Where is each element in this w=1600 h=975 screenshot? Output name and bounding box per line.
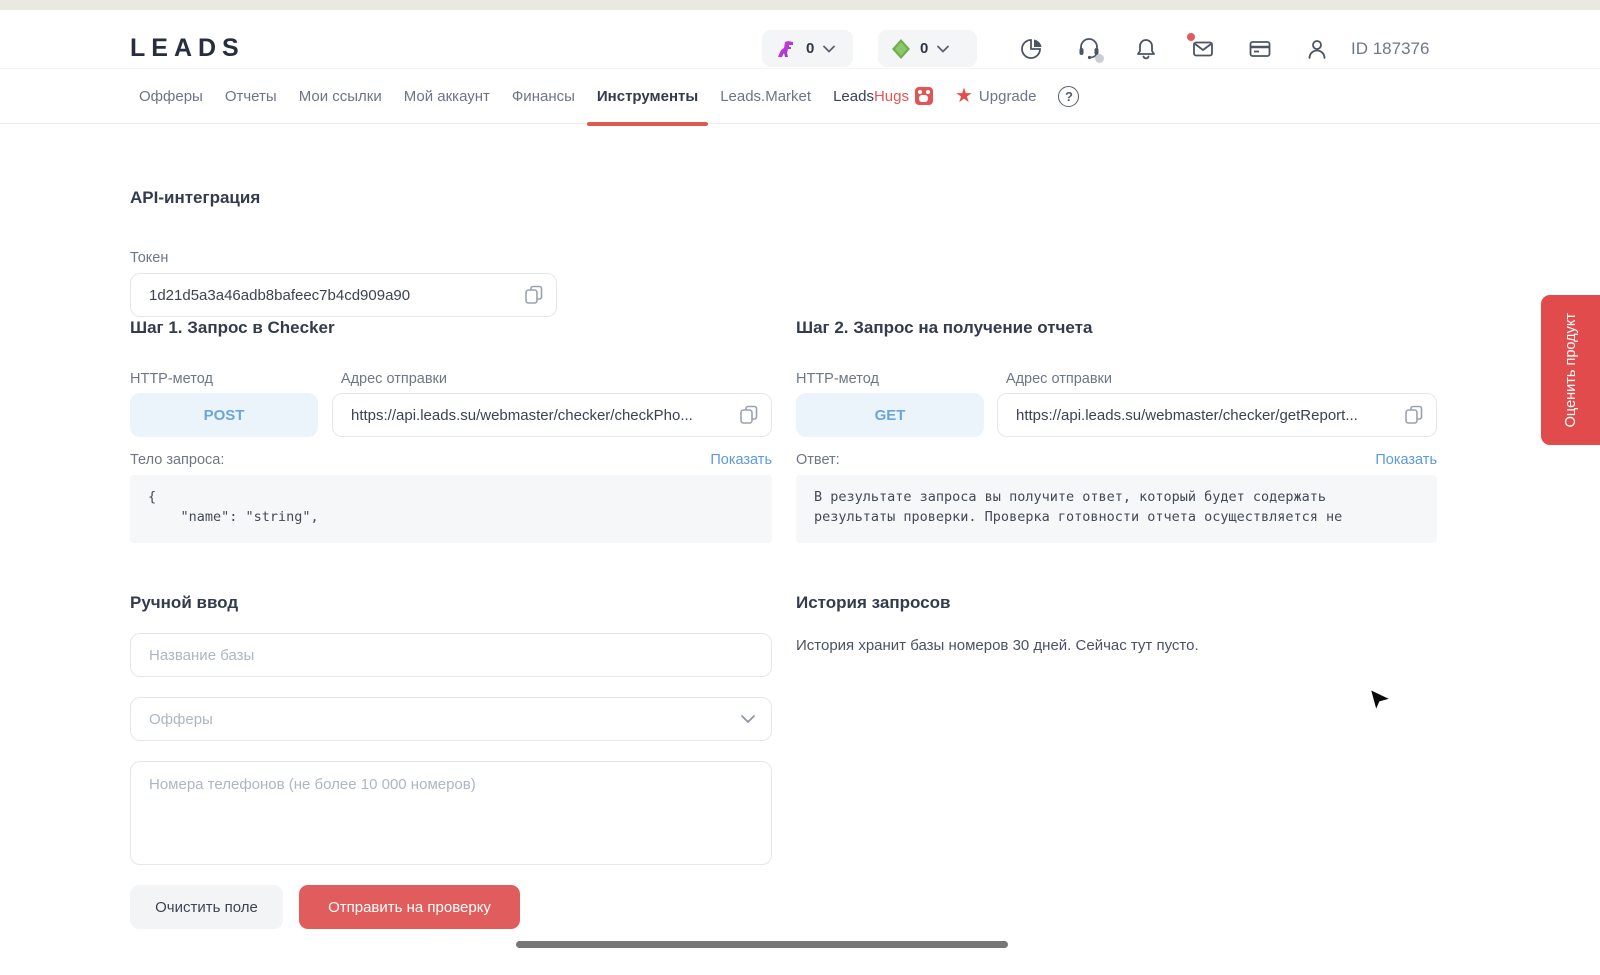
http-method-badge: POST bbox=[130, 393, 318, 437]
balance-value: 0 bbox=[920, 40, 928, 57]
horizontal-scrollbar[interactable] bbox=[516, 941, 1008, 948]
show-body-link[interactable]: Показать bbox=[710, 452, 772, 468]
http-method-label: HTTP-метод bbox=[796, 371, 879, 387]
token-input[interactable] bbox=[131, 274, 556, 316]
offers-select[interactable]: Офферы bbox=[130, 697, 772, 741]
balance-dropdown-primary[interactable]: 0 bbox=[762, 30, 853, 67]
star-icon: ★ bbox=[955, 86, 973, 106]
support-icon[interactable] bbox=[1077, 37, 1101, 61]
address-field-wrap bbox=[332, 393, 772, 437]
mail-icon[interactable] bbox=[1191, 37, 1215, 61]
step1-address-input[interactable] bbox=[333, 394, 771, 436]
address-label: Адрес отправки bbox=[1006, 371, 1112, 387]
bell-icon[interactable] bbox=[1134, 37, 1158, 61]
step1-section: Шаг 1. Запрос в Checker HTTP-метод Адрес… bbox=[130, 318, 772, 543]
chevron-down-icon bbox=[741, 715, 755, 724]
balance-dropdown-secondary[interactable]: 0 bbox=[878, 30, 977, 67]
base-name-field-wrap bbox=[130, 633, 772, 677]
history-empty-text: История хранит базы номеров 30 дней. Сей… bbox=[796, 637, 1437, 654]
base-name-input[interactable] bbox=[131, 634, 771, 676]
profile-icon[interactable] bbox=[1305, 37, 1329, 61]
section-title: API-интеграция bbox=[130, 188, 557, 208]
http-method-badge: GET bbox=[796, 393, 984, 437]
notification-dot bbox=[1187, 33, 1195, 41]
copy-icon[interactable] bbox=[1405, 405, 1423, 425]
chevron-down-icon bbox=[823, 45, 835, 53]
response-label: Ответ: bbox=[796, 452, 840, 468]
leadshugs-icon bbox=[915, 87, 933, 105]
card-icon[interactable] bbox=[1248, 37, 1272, 61]
tab-leads-market[interactable]: Leads.Market bbox=[720, 69, 811, 124]
browser-edge-strip bbox=[0, 0, 1600, 10]
step2-section: Шаг 2. Запрос на получение отчета HTTP-м… bbox=[796, 318, 1437, 543]
show-response-link[interactable]: Показать bbox=[1375, 452, 1437, 468]
header: LEADS 0 0 bbox=[0, 10, 1600, 68]
phones-field-wrap bbox=[130, 761, 772, 865]
pie-chart-icon[interactable] bbox=[1020, 37, 1044, 61]
api-integration-section: API-интеграция Токен bbox=[130, 188, 557, 317]
chevron-down-icon bbox=[937, 45, 949, 53]
address-field-wrap bbox=[997, 393, 1437, 437]
step2-address-input[interactable] bbox=[998, 394, 1436, 436]
history-section: История запросов История хранит базы ном… bbox=[796, 593, 1437, 654]
phones-textarea[interactable] bbox=[131, 762, 771, 864]
copy-icon[interactable] bbox=[525, 285, 543, 305]
step2-title: Шаг 2. Запрос на получение отчета bbox=[796, 318, 1437, 338]
help-icon[interactable]: ? bbox=[1058, 86, 1079, 107]
rate-product-label: Оценить продукт bbox=[1563, 313, 1579, 427]
tab-upgrade[interactable]: ★ Upgrade bbox=[955, 69, 1036, 124]
user-id: ID 187376 bbox=[1351, 39, 1429, 59]
mouse-cursor bbox=[1367, 686, 1395, 714]
request-body-label: Тело запроса: bbox=[130, 452, 224, 468]
gem-icon bbox=[891, 38, 911, 60]
manual-input-section: Ручной ввод Офферы Очистить поле Отправи… bbox=[130, 593, 772, 929]
status-dot bbox=[1095, 54, 1104, 63]
offers-placeholder: Офферы bbox=[131, 711, 213, 728]
clear-button[interactable]: Очистить поле bbox=[130, 885, 283, 929]
history-title: История запросов bbox=[796, 593, 1437, 613]
request-body-code: { "name": "string", bbox=[130, 475, 772, 543]
tab-my-links[interactable]: Мои ссылки bbox=[299, 69, 382, 124]
tab-my-account[interactable]: Мой аккаунт bbox=[404, 69, 490, 124]
response-code: В результате запроса вы получите ответ, … bbox=[796, 475, 1437, 543]
tab-finance[interactable]: Финансы bbox=[512, 69, 575, 124]
tab-reports[interactable]: Отчеты bbox=[225, 69, 277, 124]
token-label: Токен bbox=[130, 250, 557, 266]
step1-title: Шаг 1. Запрос в Checker bbox=[130, 318, 772, 338]
manual-title: Ручной ввод bbox=[130, 593, 772, 613]
address-label: Адрес отправки bbox=[341, 371, 447, 387]
rate-product-tab[interactable]: Оценить продукт bbox=[1541, 295, 1600, 445]
dino-icon bbox=[775, 38, 797, 60]
page: LEADS 0 0 bbox=[0, 0, 1600, 975]
submit-check-button[interactable]: Отправить на проверку bbox=[299, 885, 520, 929]
copy-icon[interactable] bbox=[740, 405, 758, 425]
http-method-label: HTTP-метод bbox=[130, 371, 213, 387]
token-field-wrap bbox=[130, 273, 557, 317]
tab-tools[interactable]: Инструменты bbox=[597, 69, 698, 124]
leads-logo[interactable]: LEADS bbox=[130, 34, 245, 63]
tab-offers[interactable]: Офферы bbox=[139, 69, 203, 124]
balance-value: 0 bbox=[806, 40, 814, 57]
main-nav: Офферы Отчеты Мои ссылки Мой аккаунт Фин… bbox=[0, 68, 1600, 124]
tab-leadshugs[interactable]: LeadsHugs bbox=[833, 69, 933, 124]
